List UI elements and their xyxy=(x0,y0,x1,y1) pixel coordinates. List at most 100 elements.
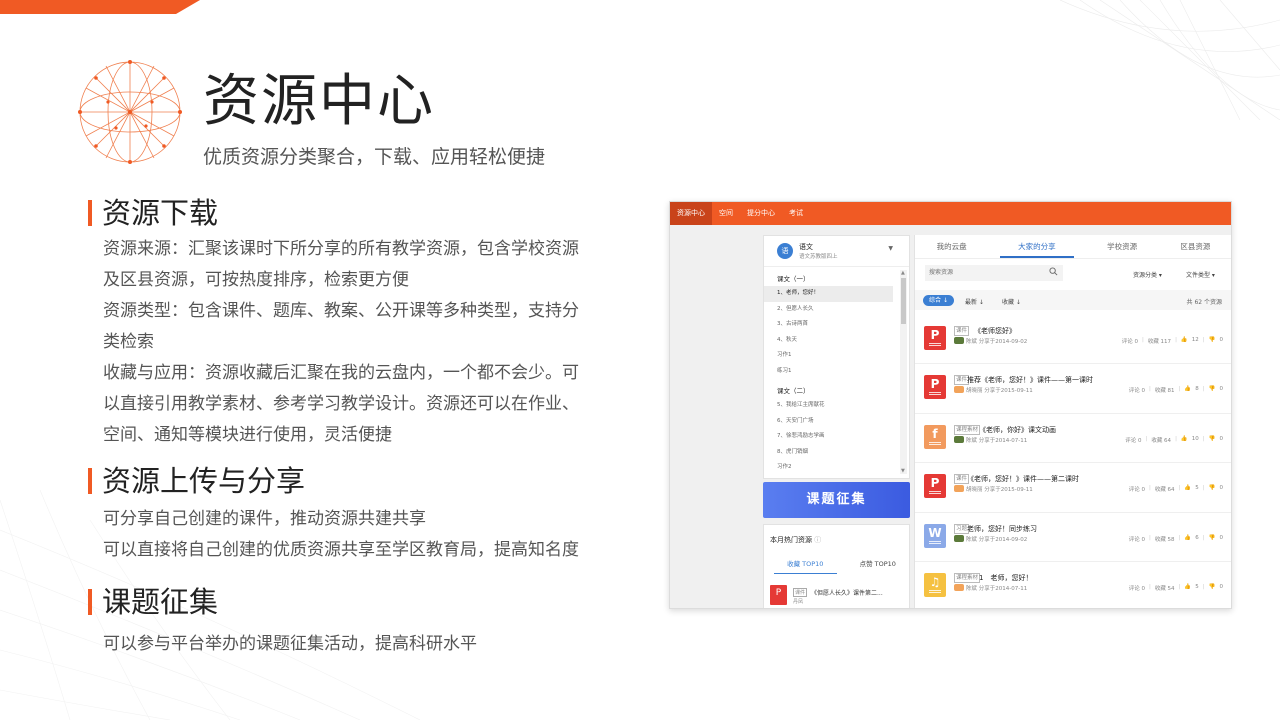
tab-shared[interactable]: 大家的分享 xyxy=(1000,235,1074,258)
resource-title[interactable]: 推荐《老师，您好！》课件——第一课时 xyxy=(967,375,1093,385)
thumb-down-icon[interactable]: 👎 xyxy=(1209,535,1216,543)
lesson-item[interactable]: 8、虎门销烟 xyxy=(764,445,893,461)
file-type-icon: ♫ xyxy=(924,572,946,597)
lesson-item[interactable]: 5、我给江主席献花 xyxy=(764,398,893,414)
nav-item-exam[interactable]: 考试 xyxy=(782,202,810,225)
lesson-item[interactable]: 1、老师，您好！ xyxy=(764,286,893,302)
lesson-item[interactable]: 习作2 xyxy=(764,460,893,476)
lesson-item[interactable]: 2、但愿人长久 xyxy=(764,302,893,318)
avatar xyxy=(954,337,964,344)
comment-count[interactable]: 评论 0 xyxy=(1129,386,1145,394)
section-body-topic-collection: 可以参与平台举办的课题征集活动，提高科研水平 xyxy=(103,629,593,660)
tab-school-resources[interactable]: 学校资源 xyxy=(1086,235,1159,258)
resource-title[interactable]: 老师，您好！同步练习 xyxy=(967,524,1037,534)
favorite-count[interactable]: 收藏 64 xyxy=(1151,436,1171,444)
nav-item-resource-center[interactable]: 资源中心 xyxy=(670,202,712,225)
file-type-icon: f xyxy=(924,424,946,449)
thumb-down-icon[interactable]: 👎 xyxy=(1209,436,1216,444)
hot-resource-author: 丹凤 xyxy=(793,599,804,605)
resource-row[interactable]: P 课件 《老师，您好！》课件——第二课时 胡晓丽 分享于2015-09-11 评论 0… xyxy=(915,463,1231,513)
subject-avatar: 语 xyxy=(777,243,793,259)
lesson-scrollbar[interactable]: ▲ ▼ xyxy=(900,270,907,474)
thumb-down-icon[interactable]: 👎 xyxy=(1209,584,1216,592)
resource-row[interactable]: W 习题 老师，您好！同步练习 陈斌 分享于2014-09-02 评论 0 | 收藏 58 |… xyxy=(915,513,1231,562)
search-input[interactable] xyxy=(925,265,1063,281)
resource-row[interactable]: ♫ 课程素材 1 老师，您好！ 陈斌 分享于2014-07-11 评论 0 | 收藏 54 |… xyxy=(915,562,1231,608)
hot-resources-label: 本月热门资源 xyxy=(770,536,812,544)
thumb-up-icon[interactable]: 👍 xyxy=(1181,436,1188,444)
thumb-down-icon[interactable]: 👎 xyxy=(1209,485,1216,493)
comment-count[interactable]: 评论 0 xyxy=(1129,535,1145,543)
like-count: 12 xyxy=(1191,337,1199,343)
resource-author: 陈斌 分享于2014-09-02 xyxy=(966,536,1028,543)
resource-title[interactable]: 《老师，您好！》课件——第二课时 xyxy=(967,474,1079,484)
file-type-letter: W xyxy=(928,525,942,540)
favorite-count[interactable]: 收藏 58 xyxy=(1155,535,1175,543)
comment-count[interactable]: 评论 0 xyxy=(1129,584,1145,592)
divider: | xyxy=(1148,386,1151,393)
search-icon[interactable] xyxy=(1049,267,1058,276)
favorite-count[interactable]: 收藏 117 xyxy=(1148,337,1171,345)
thumb-up-icon[interactable]: 👍 xyxy=(1184,584,1191,592)
lesson-item[interactable]: 7、徐悲鸿励志学画 xyxy=(764,429,893,445)
nav-item-score-center[interactable]: 提分中心 xyxy=(740,202,782,225)
resource-title[interactable]: 1 老师，您好！ xyxy=(979,573,1032,583)
nav-item-space[interactable]: 空间 xyxy=(712,202,740,225)
text-line: 及区县资源，可按热度排序，检索更方便 xyxy=(103,270,409,290)
favorite-count[interactable]: 收藏 81 xyxy=(1155,386,1175,394)
scroll-up-icon[interactable]: ▲ xyxy=(901,270,905,276)
lesson-item[interactable]: 习作1 xyxy=(764,348,893,364)
thumb-up-icon[interactable]: 👍 xyxy=(1184,485,1191,493)
comment-count[interactable]: 评论 0 xyxy=(1129,485,1145,493)
resource-row[interactable]: P 课件 《老师您好》 陈斌 分享于2014-09-02 评论 0 | 收藏 117 | 👍 12… xyxy=(915,315,1231,365)
sort-overall-button[interactable]: 综合 ↓ xyxy=(923,295,954,306)
scroll-down-icon[interactable]: ▼ xyxy=(901,468,905,474)
resource-author: 陈斌 分享于2014-07-11 xyxy=(966,585,1028,592)
lesson-group-label: 课文（一） xyxy=(777,275,810,283)
sort-favorites-button[interactable]: 收藏 ↓ xyxy=(1002,297,1021,306)
resource-author: 陈斌 分享于2014-07-11 xyxy=(966,437,1028,444)
resource-stats: 评论 0 | 收藏 81 | 👍 8 | 👎 0 xyxy=(1129,386,1223,394)
resource-author: 胡晓丽 分享于2015-09-11 xyxy=(966,487,1033,494)
avatar xyxy=(954,583,964,591)
caret-down-icon[interactable]: ▼ xyxy=(888,245,893,252)
favorite-count[interactable]: 收藏 64 xyxy=(1155,485,1175,493)
resource-row[interactable]: f 课程素材 《老师，你好》课文动画 陈斌 分享于2014-07-11 评论 0 | 收藏 … xyxy=(915,414,1231,464)
tab-fav-top10[interactable]: 收藏 TOP10 xyxy=(774,558,837,574)
divider: | xyxy=(1202,485,1205,492)
help-icon[interactable]: ⓘ xyxy=(814,536,821,544)
thumb-up-icon[interactable]: 👍 xyxy=(1181,337,1188,345)
scrollbar-thumb[interactable] xyxy=(901,278,906,324)
comment-count[interactable]: 评论 0 xyxy=(1125,436,1141,444)
file-type-filter[interactable]: 文件类型 ▾ xyxy=(1186,270,1215,279)
resource-row[interactable]: P 课件 推荐《老师，您好！》课件——第一课时 胡晓丽 分享于2015-09-11 评论… xyxy=(915,364,1231,414)
course-selector[interactable]: 语 语文 语文苏教版四上 ▼ xyxy=(764,236,909,267)
thumb-down-icon[interactable]: 👎 xyxy=(1209,337,1216,345)
file-type-letter: P xyxy=(930,328,940,342)
resource-category-filter[interactable]: 资源分类 ▾ xyxy=(1133,270,1162,279)
lesson-item[interactable]: 3、古诗两首 xyxy=(764,317,893,333)
comment-count[interactable]: 评论 0 xyxy=(1122,337,1138,345)
dislike-count: 0 xyxy=(1219,337,1224,343)
file-type-icon: P xyxy=(924,375,946,400)
lesson-item[interactable]: 练习1 xyxy=(764,364,893,380)
section-heading-topic-collection: 课题征集 xyxy=(88,586,218,618)
globe-network-logo xyxy=(78,60,182,164)
thumb-up-icon[interactable]: 👍 xyxy=(1184,386,1191,394)
thumb-down-icon[interactable]: 👎 xyxy=(1209,386,1216,394)
lesson-item[interactable]: 4、秋天 xyxy=(764,333,893,349)
favorite-count[interactable]: 收藏 54 xyxy=(1155,584,1175,592)
tab-district-resources[interactable]: 区县资源 xyxy=(1159,235,1231,258)
file-icon-lines xyxy=(929,589,941,593)
sort-latest-button[interactable]: 最新 ↓ xyxy=(965,297,984,306)
tab-my-cloud[interactable]: 我的云盘 xyxy=(915,235,988,258)
thumb-up-icon[interactable]: 👍 xyxy=(1184,535,1191,543)
lesson-item[interactable]: 6、天安门广场 xyxy=(764,414,893,430)
topic-collection-banner[interactable]: 课题征集 xyxy=(763,482,910,518)
divider: | xyxy=(1145,435,1148,442)
tab-like-top10[interactable]: 点赞 TOP10 xyxy=(847,558,910,574)
resource-title[interactable]: 《老师，你好》课文动画 xyxy=(979,425,1056,435)
type-badge: 课程素材 xyxy=(954,572,981,583)
resource-title[interactable]: 《老师您好》 xyxy=(974,326,1016,336)
course-edition: 语文苏教版四上 xyxy=(799,254,838,260)
